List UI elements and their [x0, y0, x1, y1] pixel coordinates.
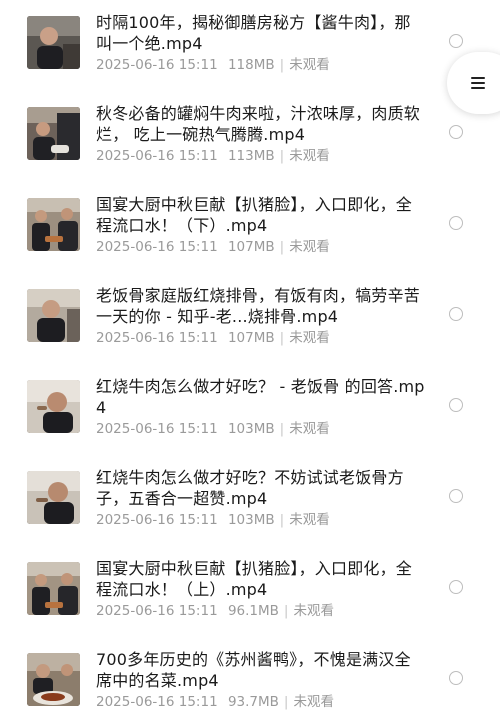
video-list-item[interactable]: 老饭骨家庭版红烧排骨，有饭有肉，犒劳辛苦一天的你 - 知乎-老...烧排骨.mp… — [0, 273, 500, 353]
video-date: 2025-06-16 15:11 — [96, 512, 218, 528]
video-date: 2025-06-16 15:11 — [96, 421, 218, 437]
meta-divider: | — [279, 421, 285, 437]
video-title: 秋冬必备的罐焖牛肉来啦，汁浓味厚，肉质软烂， 吃上一碗热气腾腾.mp4 — [96, 104, 421, 144]
watch-status: 未观看 — [289, 57, 330, 73]
select-radio[interactable] — [449, 580, 463, 594]
video-size: 107MB — [227, 239, 275, 255]
video-meta: 2025-06-16 15:11 93.7MB | 未观看 — [96, 693, 334, 711]
video-list-item[interactable]: 红烧牛肉怎么做才好吃？ - 老饭骨 的回答.mp4 2025-06-16 15:… — [0, 364, 500, 444]
meta-divider: | — [279, 330, 285, 346]
watch-status: 未观看 — [293, 603, 334, 619]
video-title: 700多年历史的《苏州酱鸭》，不愧是满汉全席中的名菜.mp4 — [96, 650, 411, 690]
video-title: 红烧牛肉怎么做才好吃？不妨试试老饭骨方子，五香合一超赞.mp4 — [96, 468, 404, 508]
video-size: 103MB — [227, 421, 275, 437]
video-size: 93.7MB — [227, 694, 279, 710]
meta-divider: | — [279, 148, 285, 164]
video-meta: 2025-06-16 15:11 103MB | 未观看 — [96, 420, 330, 438]
select-radio[interactable] — [449, 307, 463, 321]
video-meta: 2025-06-16 15:11 96.1MB | 未观看 — [96, 602, 334, 620]
video-date: 2025-06-16 15:11 — [96, 148, 218, 164]
video-meta: 2025-06-16 15:11 107MB | 未观看 — [96, 238, 330, 256]
watch-status: 未观看 — [289, 512, 330, 528]
select-radio[interactable] — [449, 671, 463, 685]
video-list-item[interactable]: 红烧牛肉怎么做才好吃？不妨试试老饭骨方子，五香合一超赞.mp4 2025-06-… — [0, 455, 500, 535]
two-chefs-thumbnail[interactable] — [27, 198, 80, 251]
chef-tasting-thumbnail[interactable] — [27, 471, 80, 524]
video-title: 国宴大厨中秋巨献【扒猪脸】，入口即化，全程流口水！（下）.mp4 — [96, 195, 413, 235]
video-list-item[interactable]: 时隔100年，揭秘御膳房秘方【酱牛肉】，那叫一个绝.mp4 2025-06-16… — [0, 0, 500, 80]
meta-divider: | — [279, 239, 285, 255]
video-size: 113MB — [227, 148, 275, 164]
video-title: 老饭骨家庭版红烧排骨，有饭有肉，犒劳辛苦一天的你 - 知乎-老...烧排骨.mp… — [96, 286, 421, 326]
video-meta: 2025-06-16 15:11 103MB | 未观看 — [96, 511, 330, 529]
video-date: 2025-06-16 15:11 — [96, 57, 218, 73]
select-radio[interactable] — [449, 398, 463, 412]
menu-button[interactable] — [447, 52, 500, 114]
video-title: 红烧牛肉怎么做才好吃？ - 老饭骨 的回答.mp4 — [96, 377, 425, 417]
video-size: 96.1MB — [227, 603, 279, 619]
video-size: 103MB — [227, 512, 275, 528]
select-radio[interactable] — [449, 216, 463, 230]
watch-status: 未观看 — [289, 148, 330, 164]
meta-divider: | — [279, 57, 285, 73]
duck-dish-thumbnail[interactable] — [27, 653, 80, 706]
select-radio[interactable] — [449, 489, 463, 503]
video-list-item[interactable]: 秋冬必备的罐焖牛肉来啦，汁浓味厚，肉质软烂， 吃上一碗热气腾腾.mp4 2025… — [0, 91, 500, 171]
watch-status: 未观看 — [289, 239, 330, 255]
video-list-item[interactable]: 国宴大厨中秋巨献【扒猪脸】，入口即化，全程流口水！（下）.mp4 2025-06… — [0, 182, 500, 262]
chef-tasting-thumbnail[interactable] — [27, 380, 80, 433]
watch-status: 未观看 — [293, 694, 334, 710]
video-list-item[interactable]: 国宴大厨中秋巨献【扒猪脸】，入口即化，全程流口水！（上）.mp4 2025-06… — [0, 546, 500, 626]
video-meta: 2025-06-16 15:11 113MB | 未观看 — [96, 147, 330, 165]
select-radio[interactable] — [449, 34, 463, 48]
meta-divider: | — [279, 512, 285, 528]
watch-status: 未观看 — [289, 330, 330, 346]
video-title: 国宴大厨中秋巨献【扒猪脸】，入口即化，全程流口水！（上）.mp4 — [96, 559, 413, 599]
video-title: 时隔100年，揭秘御膳房秘方【酱牛肉】，那叫一个绝.mp4 — [96, 13, 411, 53]
watch-status: 未观看 — [289, 421, 330, 437]
video-list-item[interactable]: 700多年历史的《苏州酱鸭》，不愧是满汉全席中的名菜.mp4 2025-06-1… — [0, 637, 500, 717]
chef-portrait-thumbnail[interactable] — [27, 289, 80, 342]
chef-portrait-thumbnail[interactable] — [27, 16, 80, 69]
video-meta: 2025-06-16 15:11 107MB | 未观看 — [96, 329, 330, 347]
video-size: 118MB — [227, 57, 275, 73]
video-meta: 2025-06-16 15:11 118MB | 未观看 — [96, 56, 330, 74]
video-size: 107MB — [227, 330, 275, 346]
video-date: 2025-06-16 15:11 — [96, 603, 218, 619]
menu-icon — [471, 77, 485, 90]
meta-divider: | — [283, 603, 289, 619]
video-date: 2025-06-16 15:11 — [96, 694, 218, 710]
chef-cooking-thumbnail[interactable] — [27, 107, 80, 160]
select-radio[interactable] — [449, 125, 463, 139]
meta-divider: | — [283, 694, 289, 710]
two-chefs-thumbnail[interactable] — [27, 562, 80, 615]
video-date: 2025-06-16 15:11 — [96, 239, 218, 255]
video-date: 2025-06-16 15:11 — [96, 330, 218, 346]
